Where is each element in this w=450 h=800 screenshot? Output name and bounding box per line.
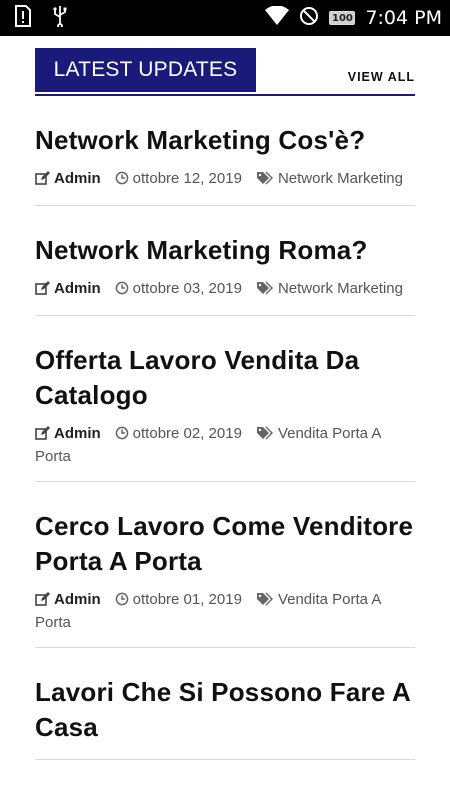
post-list: Network Marketing Cos'è? Admin ottobre 12,… [35,96,415,760]
usb-icon [52,5,68,32]
clock-icon [115,170,129,191]
edit-icon [35,591,50,612]
post-meta: Admin ottobre 01, 2019 Vendita Porta A Por… [35,589,415,633]
edit-icon [35,425,50,446]
clock: 7:04 PM [365,7,442,29]
sim-alert-icon [14,4,32,32]
view-all-link[interactable]: VIEW ALL [348,70,415,84]
post-author[interactable]: Admin [54,170,101,187]
tag-icon [256,425,274,446]
post-meta: Admin ottobre 02, 2019 Vendita Porta A Por… [35,423,415,467]
section-title: LATEST UPDATES [35,48,256,92]
post-category[interactable]: Network Marketing [278,170,403,187]
do-not-disturb-icon [299,6,319,31]
post-title[interactable]: Offerta Lavoro Vendita Da Catalogo [35,316,415,413]
post-meta: Admin ottobre 12, 2019 Network Marketing [35,168,415,191]
battery-icon: 100 [329,11,356,25]
post-category[interactable]: Network Marketing [278,280,403,297]
post-date: ottobre 12, 2019 [132,170,242,187]
latest-updates-section: LATEST UPDATES VIEW ALL Network Marketin… [35,48,415,760]
tag-icon [256,280,274,301]
post-title[interactable]: Cerco Lavoro Come Venditore Porta A Port… [35,482,415,579]
post-item[interactable]: Offerta Lavoro Vendita Da Catalogo Admin o… [35,316,415,482]
section-header: LATEST UPDATES VIEW ALL [35,48,415,96]
post-author[interactable]: Admin [54,425,101,442]
status-bar: 100 7:04 PM [0,0,450,36]
clock-icon [115,425,129,446]
post-date: ottobre 02, 2019 [132,425,242,442]
post-author[interactable]: Admin [54,591,101,608]
edit-icon [35,170,50,191]
post-title[interactable]: Network Marketing Cos'è? [35,96,415,158]
post-title[interactable]: Lavori Che Si Possono Fare A Casa [35,648,415,745]
post-item[interactable]: Network Marketing Roma? Admin ottobre 03, … [35,206,415,316]
post-meta: Admin ottobre 03, 2019 Network Marketing [35,278,415,301]
post-item[interactable]: Network Marketing Cos'è? Admin ottobre 12,… [35,96,415,206]
post-date: ottobre 01, 2019 [132,591,242,608]
tag-icon [256,170,274,191]
post-item[interactable]: Cerco Lavoro Come Venditore Porta A Port… [35,482,415,648]
post-item[interactable]: Lavori Che Si Possono Fare A Casa [35,648,415,760]
clock-icon [115,591,129,612]
tag-icon [256,591,274,612]
post-author[interactable]: Admin [54,280,101,297]
post-title[interactable]: Network Marketing Roma? [35,206,415,268]
wifi-icon [265,4,290,31]
edit-icon [35,280,50,301]
post-date: ottobre 03, 2019 [132,280,242,297]
clock-icon [115,280,129,301]
